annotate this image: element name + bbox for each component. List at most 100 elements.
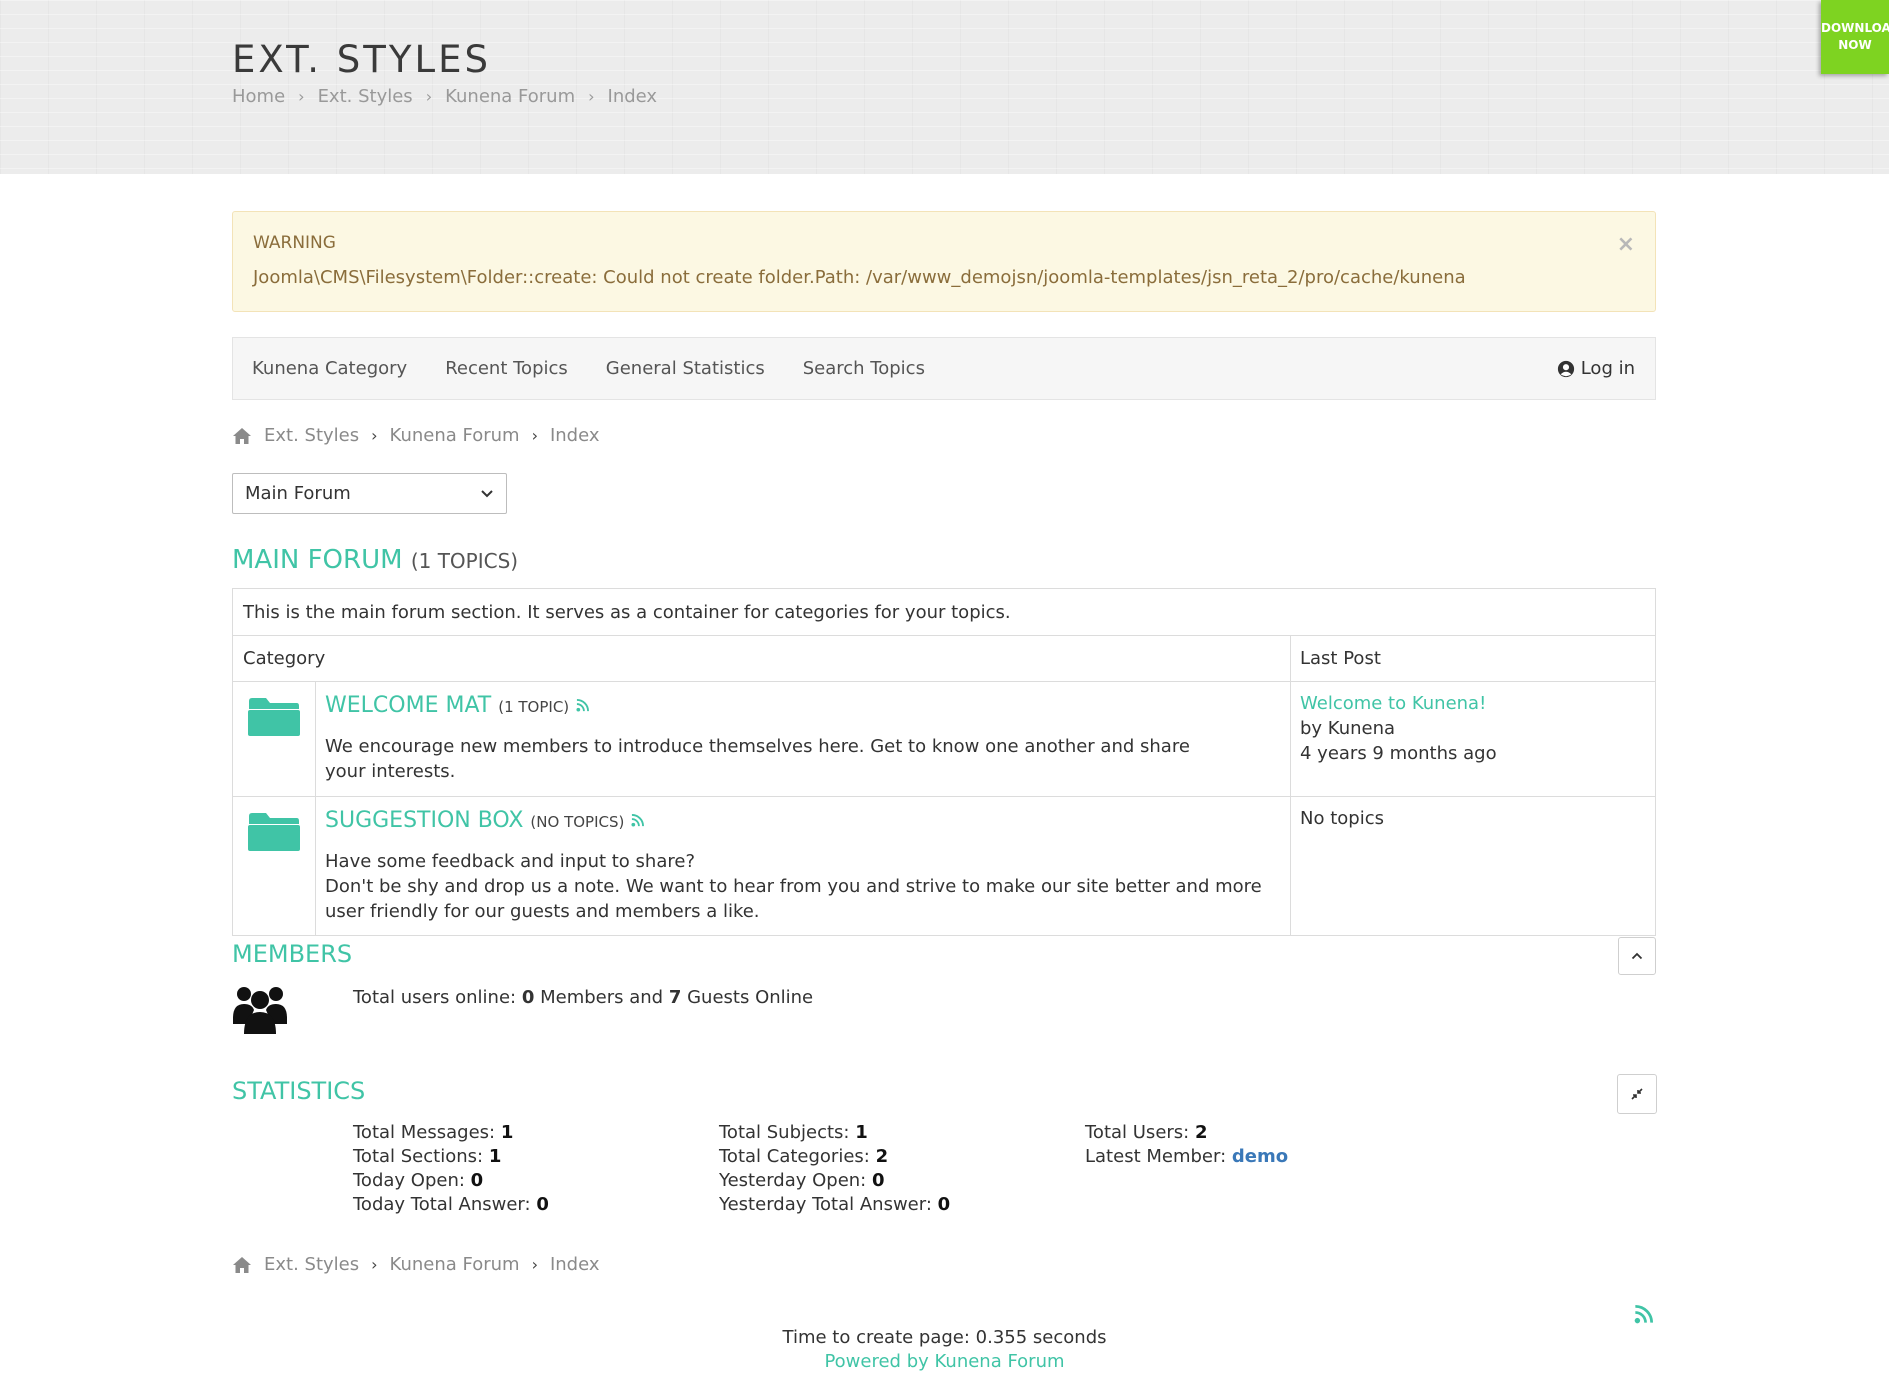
members-online-mid: Members and xyxy=(540,987,664,1008)
chevron-right-icon: › xyxy=(371,1255,378,1274)
breadcrumb-home[interactable]: Home xyxy=(232,86,285,107)
guests-count: 7 xyxy=(668,987,682,1008)
header-category: Category xyxy=(243,648,326,669)
breadcrumb-kunena-forum[interactable]: Kunena Forum xyxy=(390,1254,520,1275)
collapse-statistics-button[interactable] xyxy=(1617,1074,1657,1114)
breadcrumb-index: Index xyxy=(607,86,658,107)
folder-icon xyxy=(248,698,300,736)
category-description-line2: Don't be shy and drop us a note. We want… xyxy=(325,876,1262,922)
stat-item: Total Categories: 2 xyxy=(719,1146,889,1167)
rss-icon[interactable] xyxy=(1634,1305,1653,1324)
chevron-right-icon: › xyxy=(425,87,433,106)
page-header: EXT. STYLES Home › Ext. Styles › Kunena … xyxy=(0,0,1889,174)
breadcrumb-ext-styles[interactable]: Ext. Styles xyxy=(264,425,359,446)
last-post-none: No topics xyxy=(1300,808,1384,829)
chevron-right-icon: › xyxy=(588,87,595,106)
stat-item: Latest Member: demo xyxy=(1085,1146,1289,1167)
download-label-now: NOW xyxy=(1838,38,1872,52)
chevron-right-icon: › xyxy=(531,1255,538,1274)
nav-search-topics[interactable]: Search Topics xyxy=(803,358,925,379)
members-online-label: Total users online: xyxy=(353,987,517,1008)
stats-col-3: Total Users: 2 Latest Member: demo xyxy=(1085,1121,1288,1169)
forum-description: This is the main forum section. It serve… xyxy=(243,602,1011,623)
nav-kunena-category[interactable]: Kunena Category xyxy=(252,358,407,379)
breadcrumb-kunena-forum[interactable]: Kunena Forum xyxy=(445,86,575,107)
table-row: WELCOME MAT (1 TOPIC) We encourage new m… xyxy=(233,682,1655,797)
header-breadcrumb: Home › Ext. Styles › Kunena Forum › Inde… xyxy=(232,86,657,107)
forum-table: This is the main forum section. It serve… xyxy=(232,588,1656,936)
users-icon xyxy=(233,987,287,1034)
compress-icon xyxy=(1631,1088,1643,1100)
stats-col-1: Total Messages: 1 Total Sections: 1 Toda… xyxy=(353,1121,549,1217)
category-description: Have some feedback and input to share? D… xyxy=(325,849,1275,924)
members-count: 0 xyxy=(521,987,535,1008)
download-label: DOWNLOAD xyxy=(1821,21,1889,35)
category-count: (1 TOPIC) xyxy=(498,698,570,716)
table-header-row: Category Last Post xyxy=(233,636,1655,682)
chevron-right-icon: › xyxy=(531,426,538,445)
category-count: (NO TOPICS) xyxy=(530,813,625,831)
category-name: SUGGESTION BOX xyxy=(325,808,524,833)
home-icon[interactable] xyxy=(232,1256,252,1274)
stat-item: Total Users: 2 xyxy=(1085,1122,1208,1143)
rss-icon[interactable] xyxy=(631,814,645,827)
collapse-members-button[interactable] xyxy=(1618,937,1656,975)
login-label: Log in xyxy=(1580,358,1635,379)
folder-icon xyxy=(248,813,300,851)
user-circle-icon xyxy=(1557,360,1574,377)
category-select[interactable]: Main Forum xyxy=(232,473,507,514)
page-title: EXT. STYLES xyxy=(232,38,491,81)
download-now-button[interactable]: DOWNLOAD NOW xyxy=(1821,0,1889,74)
stats-col-2: Total Subjects: 1 Total Categories: 2 Ye… xyxy=(719,1121,950,1217)
chevron-right-icon: › xyxy=(371,426,378,445)
category-description-line1: Have some feedback and input to share? xyxy=(325,851,695,872)
chevron-right-icon: › xyxy=(298,87,305,106)
nav-recent-topics[interactable]: Recent Topics xyxy=(445,358,568,379)
breadcrumb-bottom: Ext. Styles › Kunena Forum › Index xyxy=(232,1254,600,1275)
stat-item: Total Messages: 1 xyxy=(353,1122,514,1143)
rss-icon[interactable] xyxy=(576,699,590,712)
last-post: Welcome to Kunena! by Kunena 4 years 9 m… xyxy=(1300,691,1497,766)
stat-item: Total Sections: 1 xyxy=(353,1146,502,1167)
breadcrumb-ext-styles[interactable]: Ext. Styles xyxy=(264,1254,359,1275)
category-description: We encourage new members to introduce th… xyxy=(325,736,1190,782)
latest-member-link[interactable]: demo xyxy=(1232,1146,1288,1167)
category-title[interactable]: SUGGESTION BOX (NO TOPICS) xyxy=(325,808,645,833)
home-icon[interactable] xyxy=(232,427,252,445)
members-online: Total users online: 0 Members and 7 Gues… xyxy=(353,987,813,1008)
last-post-time: 4 years 9 months ago xyxy=(1300,743,1497,764)
powered-by-link[interactable]: Powered by Kunena Forum xyxy=(0,1351,1889,1372)
main-forum-title[interactable]: MAIN FORUM (1 TOPICS) xyxy=(232,545,518,575)
breadcrumb-ext-styles[interactable]: Ext. Styles xyxy=(318,86,413,107)
forum-description-row: This is the main forum section. It serve… xyxy=(233,589,1655,636)
chevron-down-icon xyxy=(481,489,493,497)
table-row: SUGGESTION BOX (NO TOPICS) Have some fee… xyxy=(233,797,1655,935)
statistics-title: STATISTICS xyxy=(232,1077,366,1105)
breadcrumb-index: Index xyxy=(549,1254,600,1275)
stat-item: Yesterday Total Answer: 0 xyxy=(719,1194,951,1215)
chevron-up-icon xyxy=(1631,952,1643,960)
breadcrumb-index: Index xyxy=(549,425,600,446)
last-post-author: by Kunena xyxy=(1300,718,1396,739)
warning-alert: WARNING Joomla\CMS\Filesystem\Folder::cr… xyxy=(232,211,1656,312)
header-last-post: Last Post xyxy=(1300,648,1381,669)
members-online-suffix: Guests Online xyxy=(687,987,814,1008)
main-forum-count: (1 TOPICS) xyxy=(410,549,519,573)
stat-item: Total Subjects: 1 xyxy=(719,1122,868,1143)
login-button[interactable]: Log in xyxy=(1557,358,1635,379)
page-time: Time to create page: 0.355 seconds xyxy=(782,1327,1107,1348)
stat-item: Today Open: 0 xyxy=(353,1170,484,1191)
last-post-title[interactable]: Welcome to Kunena! xyxy=(1300,691,1497,716)
stat-item: Yesterday Open: 0 xyxy=(719,1170,885,1191)
close-icon[interactable]: × xyxy=(1617,232,1635,257)
category-select-value: Main Forum xyxy=(245,483,351,504)
alert-message: Joomla\CMS\Filesystem\Folder::create: Co… xyxy=(253,267,1466,288)
nav-general-statistics[interactable]: General Statistics xyxy=(606,358,765,379)
main-forum-name: MAIN FORUM xyxy=(232,545,403,575)
forum-navbar: Kunena Category Recent Topics General St… xyxy=(232,337,1656,400)
category-name: WELCOME MAT xyxy=(325,693,492,718)
alert-heading: WARNING xyxy=(253,233,336,253)
breadcrumb-kunena-forum[interactable]: Kunena Forum xyxy=(390,425,520,446)
breadcrumb: Ext. Styles › Kunena Forum › Index xyxy=(232,425,600,446)
category-title[interactable]: WELCOME MAT (1 TOPIC) xyxy=(325,693,590,718)
